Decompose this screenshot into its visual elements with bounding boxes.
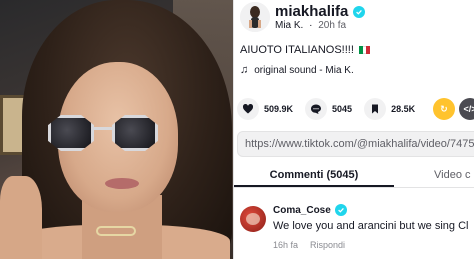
comment-icon[interactable] [305,98,328,120]
video-subject-lips [105,178,139,189]
verified-icon [353,5,366,18]
author-row: miakhalifa [275,3,366,20]
sunglasses-right-lens [112,115,158,151]
save-count: 28.5K [391,104,416,114]
video-subject-hand [0,176,42,259]
bookmark-icon[interactable] [364,98,387,120]
comment-time: 16h fa [273,240,299,250]
author-display-name: Mia K. [275,20,304,31]
video-player[interactable] [0,0,233,259]
share-buttons: ↻ </> [433,98,474,120]
reply-button[interactable]: Rispondi [310,240,345,250]
subline-separator: · [309,20,313,31]
comment-count: 5045 [332,104,353,114]
action-bar: 509.9K 5045 28.5K ↻ </> [237,98,474,120]
caption-text: AIUOTO ITALIANOS!!!! [240,44,354,56]
post-details-panel: miakhalifa Mia K. · 20h fa AIUOTO ITALIA… [234,0,474,259]
heart-icon[interactable] [237,98,259,120]
video-link-field[interactable]: https://www.tiktok.com/@miakhalifa/video… [237,131,474,157]
comment-author[interactable]: Coma_Cose [273,205,331,216]
detail-tabs: Commenti (5045) Video c [234,164,474,188]
verified-icon [334,204,347,216]
post-caption: AIUOTO ITALIANOS!!!! [240,44,370,56]
like-count: 509.9K [264,104,294,114]
save-action[interactable]: 28.5K [364,98,415,120]
embed-icon[interactable]: </> [459,98,474,120]
sunglasses-bridge [92,127,114,130]
music-note-icon: ♫ [240,64,249,76]
author-subline: Mia K. · 20h fa [275,20,346,31]
like-action[interactable]: 509.9K [237,98,293,120]
post-time: 20h fa [318,20,347,31]
author-avatar[interactable] [240,2,270,32]
author-username[interactable]: miakhalifa [275,3,348,20]
video-subject-necklace [96,226,136,236]
comment-text: We love you and arancini but we sing Cl [273,220,469,232]
tab-comments[interactable]: Commenti (5045) [234,164,394,187]
comment-action[interactable]: 5045 [305,98,352,120]
share-icon[interactable]: ↻ [433,98,455,120]
sunglasses-left-lens [48,115,94,151]
comment-author-row: Coma_Cose [273,204,347,216]
italy-flag-icon [358,46,370,54]
commenter-avatar[interactable] [240,206,266,232]
sound-link[interactable]: ♫ original sound - Mia K. [240,64,354,76]
comment-meta: 16h fa Rispondi [273,240,345,250]
sound-label: original sound - Mia K. [254,64,354,76]
video-link-url: https://www.tiktok.com/@miakhalifa/video… [245,138,474,150]
tab-creator-videos[interactable]: Video c [394,164,474,187]
